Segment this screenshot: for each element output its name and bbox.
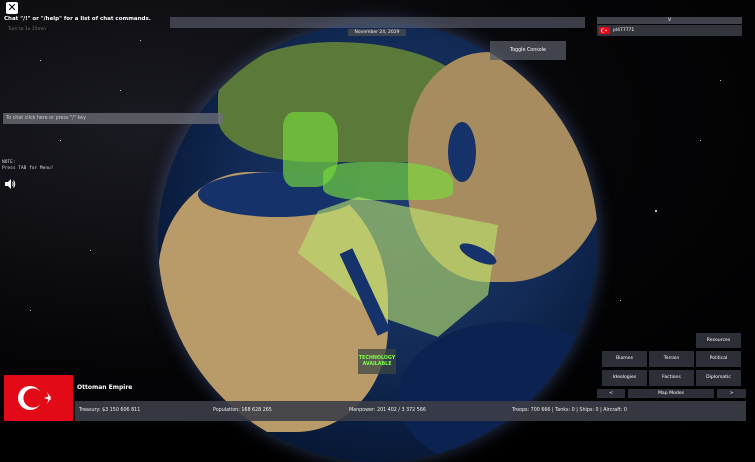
manpower-stat: Manpower: 201 402 / 3 372 566 <box>349 408 426 413</box>
country-name: Ottoman Empire <box>77 384 133 391</box>
chat-close-button[interactable]: ✕ <box>6 2 18 14</box>
population-stat: Population: 168 628 265 <box>213 408 272 413</box>
available-label: AVAILABLE <box>362 362 392 367</box>
player-list-item[interactable]: pl477771 <box>597 25 742 36</box>
chat-sub-hint: Turn to 1x 15min <box>8 27 47 32</box>
toggle-console-button[interactable]: Toggle Console <box>490 41 566 60</box>
biomes-mode-button[interactable]: Biomes <box>602 351 647 367</box>
world-globe[interactable] <box>158 22 598 462</box>
menu-note: NOTE: Press TAB for Menu! <box>2 160 53 172</box>
turkey-flag-icon <box>599 27 610 34</box>
note-text: Press TAB for Menu! <box>2 166 54 171</box>
map-mode-prev-button[interactable]: < <box>597 389 625 398</box>
chat-help-hint: Chat "/!" or "/help" for a list of chat … <box>4 16 151 22</box>
ideologies-mode-button[interactable]: Ideologies <box>602 370 647 386</box>
territory-anatolia <box>323 162 453 200</box>
caspian-sea <box>448 122 476 182</box>
terrain-mode-button[interactable]: Terrain <box>649 351 694 367</box>
country-flag[interactable] <box>4 375 73 421</box>
top-status-bar <box>170 17 585 28</box>
game-date: November 24, 2029 <box>348 29 406 36</box>
map-modes-label: Map Modes <box>628 389 714 398</box>
chat-input[interactable]: To chat click here or press "/" key <box>3 113 223 124</box>
diplomatic-mode-button[interactable]: Diplomatic <box>696 370 741 386</box>
resources-mode-button[interactable]: Resources <box>696 333 741 348</box>
player-name: pl477771 <box>613 28 635 33</box>
indian-ocean <box>398 322 598 462</box>
treasury-stat: Treasury: $3 150 606 811 <box>79 408 141 413</box>
stats-bar: Treasury: $3 150 606 811 Population: 168… <box>75 401 746 421</box>
map-mode-next-button[interactable]: > <box>717 389 746 398</box>
political-mode-button[interactable]: Political <box>696 351 741 367</box>
player-list-toggle[interactable]: V <box>597 17 742 24</box>
speaker-icon[interactable] <box>4 174 16 189</box>
military-stat: Troops: 700 666 | Tanks: 0 | Ships: 0 | … <box>512 408 627 413</box>
technology-available-button[interactable]: TECHNOLOGY AVAILABLE <box>358 349 396 374</box>
factions-mode-button[interactable]: Factions <box>649 370 694 386</box>
